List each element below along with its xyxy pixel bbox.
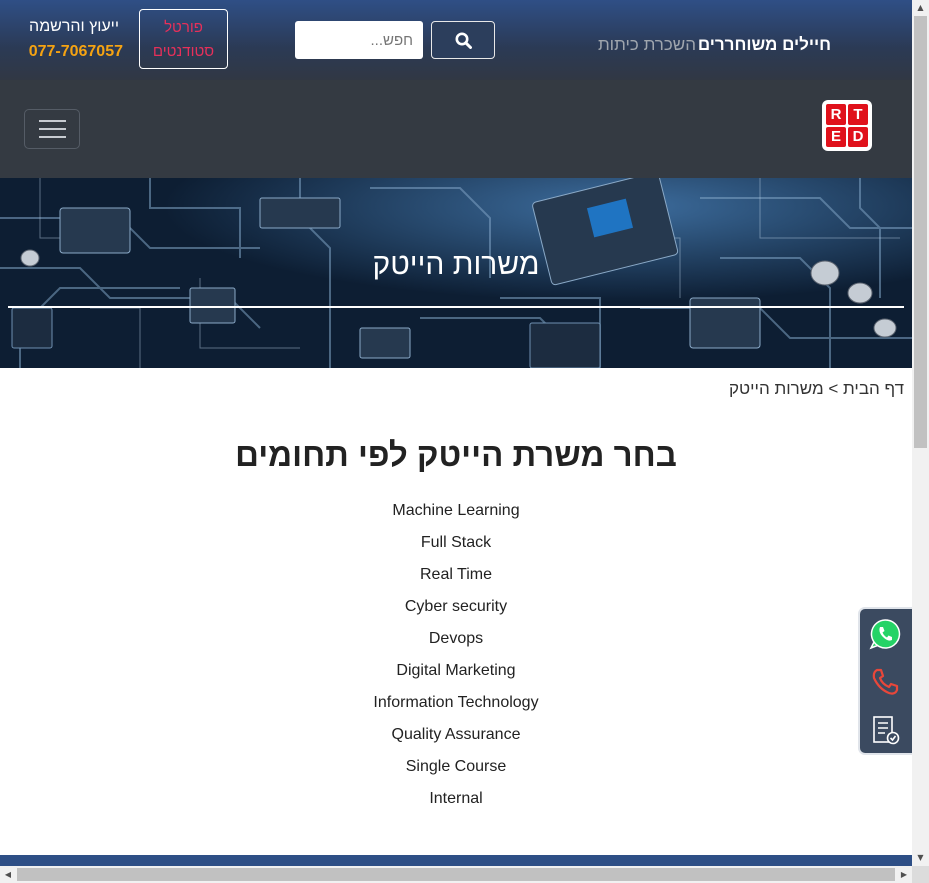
category-link[interactable]: Single Course (0, 756, 912, 788)
category-link[interactable]: Internal (0, 788, 912, 820)
site-logo[interactable]: R T E D (822, 100, 872, 151)
top-bar: ייעוץ והרשמה 077-7067057 פורטל סטודנטים … (0, 0, 912, 80)
category-link[interactable]: Quality Assurance (0, 724, 912, 756)
logo-letter: E (826, 126, 846, 147)
category-link[interactable]: Cyber security (0, 596, 912, 628)
horizontal-scrollbar[interactable]: ◀ ▶ (0, 866, 912, 883)
scrollbar-corner (912, 866, 929, 883)
contact-label: ייעוץ והרשמה (29, 18, 119, 35)
category-link[interactable]: Full Stack (0, 532, 912, 564)
search-input[interactable] (295, 21, 423, 59)
logo-letter: R (826, 104, 846, 125)
scroll-left-arrow-icon[interactable]: ◀ (0, 866, 16, 883)
scroll-down-arrow-icon[interactable]: ▼ (912, 850, 929, 866)
call-button[interactable] (868, 665, 902, 699)
hamburger-menu-icon (39, 120, 66, 122)
form-button[interactable] (868, 713, 902, 747)
category-list: Machine Learning Full Stack Real Time Cy… (0, 500, 912, 820)
form-icon (873, 716, 900, 745)
floating-contact-panel (858, 607, 912, 755)
page-title: בחר משרת הייטק לפי תחומים (235, 436, 677, 473)
breadcrumb[interactable]: דף הבית > משרות הייטק (729, 379, 904, 399)
category-link[interactable]: Machine Learning (0, 500, 912, 532)
whatsapp-button[interactable] (868, 617, 902, 651)
nav-link-class-rental[interactable]: השכרת כיתות (598, 35, 696, 55)
horizontal-scrollbar-thumb[interactable] (17, 868, 895, 881)
hero-title: משרות הייטק (372, 248, 540, 281)
whatsapp-icon (869, 619, 901, 650)
category-link[interactable]: Information Technology (0, 692, 912, 724)
search-icon (455, 32, 472, 49)
category-link[interactable]: Real Time (0, 564, 912, 596)
search-button[interactable] (431, 21, 495, 59)
vertical-scrollbar-thumb[interactable] (914, 16, 927, 448)
hero-banner: משרות הייטק (0, 178, 912, 368)
logo-letter: D (848, 126, 868, 147)
main-navbar: R T E D (0, 80, 912, 178)
contact-phone-link[interactable]: 077-7067057 (29, 43, 123, 61)
nav-link-discharged-soldiers[interactable]: חיילים משוחררים (698, 35, 831, 55)
vertical-scrollbar[interactable]: ▲ ▼ (912, 0, 929, 866)
phone-icon (872, 668, 899, 695)
category-link[interactable]: Devops (0, 628, 912, 660)
scroll-right-arrow-icon[interactable]: ▶ (896, 866, 912, 883)
category-link[interactable]: Digital Marketing (0, 660, 912, 692)
logo-letter: T (848, 104, 868, 125)
student-portal-button[interactable]: פורטל סטודנטים (139, 9, 228, 69)
scroll-up-arrow-icon[interactable]: ▲ (912, 0, 929, 16)
hamburger-menu-button[interactable] (24, 109, 80, 149)
hero-divider (8, 306, 904, 308)
